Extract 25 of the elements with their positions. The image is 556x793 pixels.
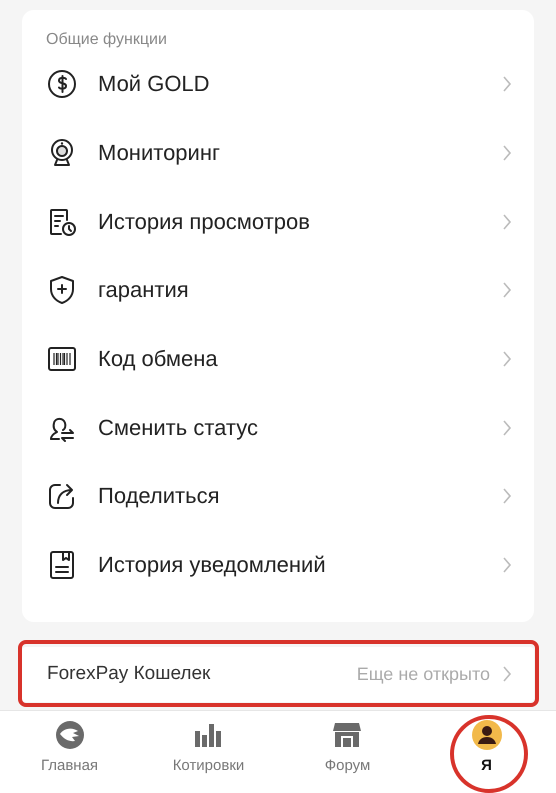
menu-item[interactable]: Мониторинг — [22, 118, 534, 188]
chevron-right-icon — [502, 665, 512, 683]
menu-item[interactable]: Сменить статус — [22, 393, 534, 462]
person-icon — [470, 718, 502, 750]
tab[interactable]: Главная — [40, 718, 98, 774]
tab[interactable]: Форум — [324, 718, 370, 774]
wallet-row[interactable]: ForexPay Кошелек Еще не открыто — [22, 646, 534, 702]
menu-item[interactable]: Мой GOLD — [22, 50, 534, 119]
chevron-right-icon — [502, 281, 512, 300]
chevron-right-icon — [502, 556, 512, 574]
chevron-right-icon — [502, 212, 512, 231]
tab[interactable]: Я — [470, 718, 502, 774]
dollar-icon — [46, 68, 78, 100]
menu-item[interactable]: Код обмена — [22, 324, 534, 394]
menu-item[interactable]: История уведомлений — [22, 530, 534, 600]
chevron-right-icon — [502, 75, 512, 94]
chevron-right-icon — [502, 487, 512, 506]
section-title: Общие функции — [45, 30, 168, 50]
menu-item[interactable]: гарантия — [22, 256, 534, 325]
menu-item[interactable]: Поделиться — [22, 462, 534, 531]
tab[interactable]: Котировки — [172, 718, 244, 774]
menu-item[interactable]: История просмотров — [22, 187, 534, 256]
chevron-right-icon — [502, 418, 512, 437]
chevron-right-icon — [502, 144, 512, 162]
chevron-right-icon — [502, 350, 512, 368]
